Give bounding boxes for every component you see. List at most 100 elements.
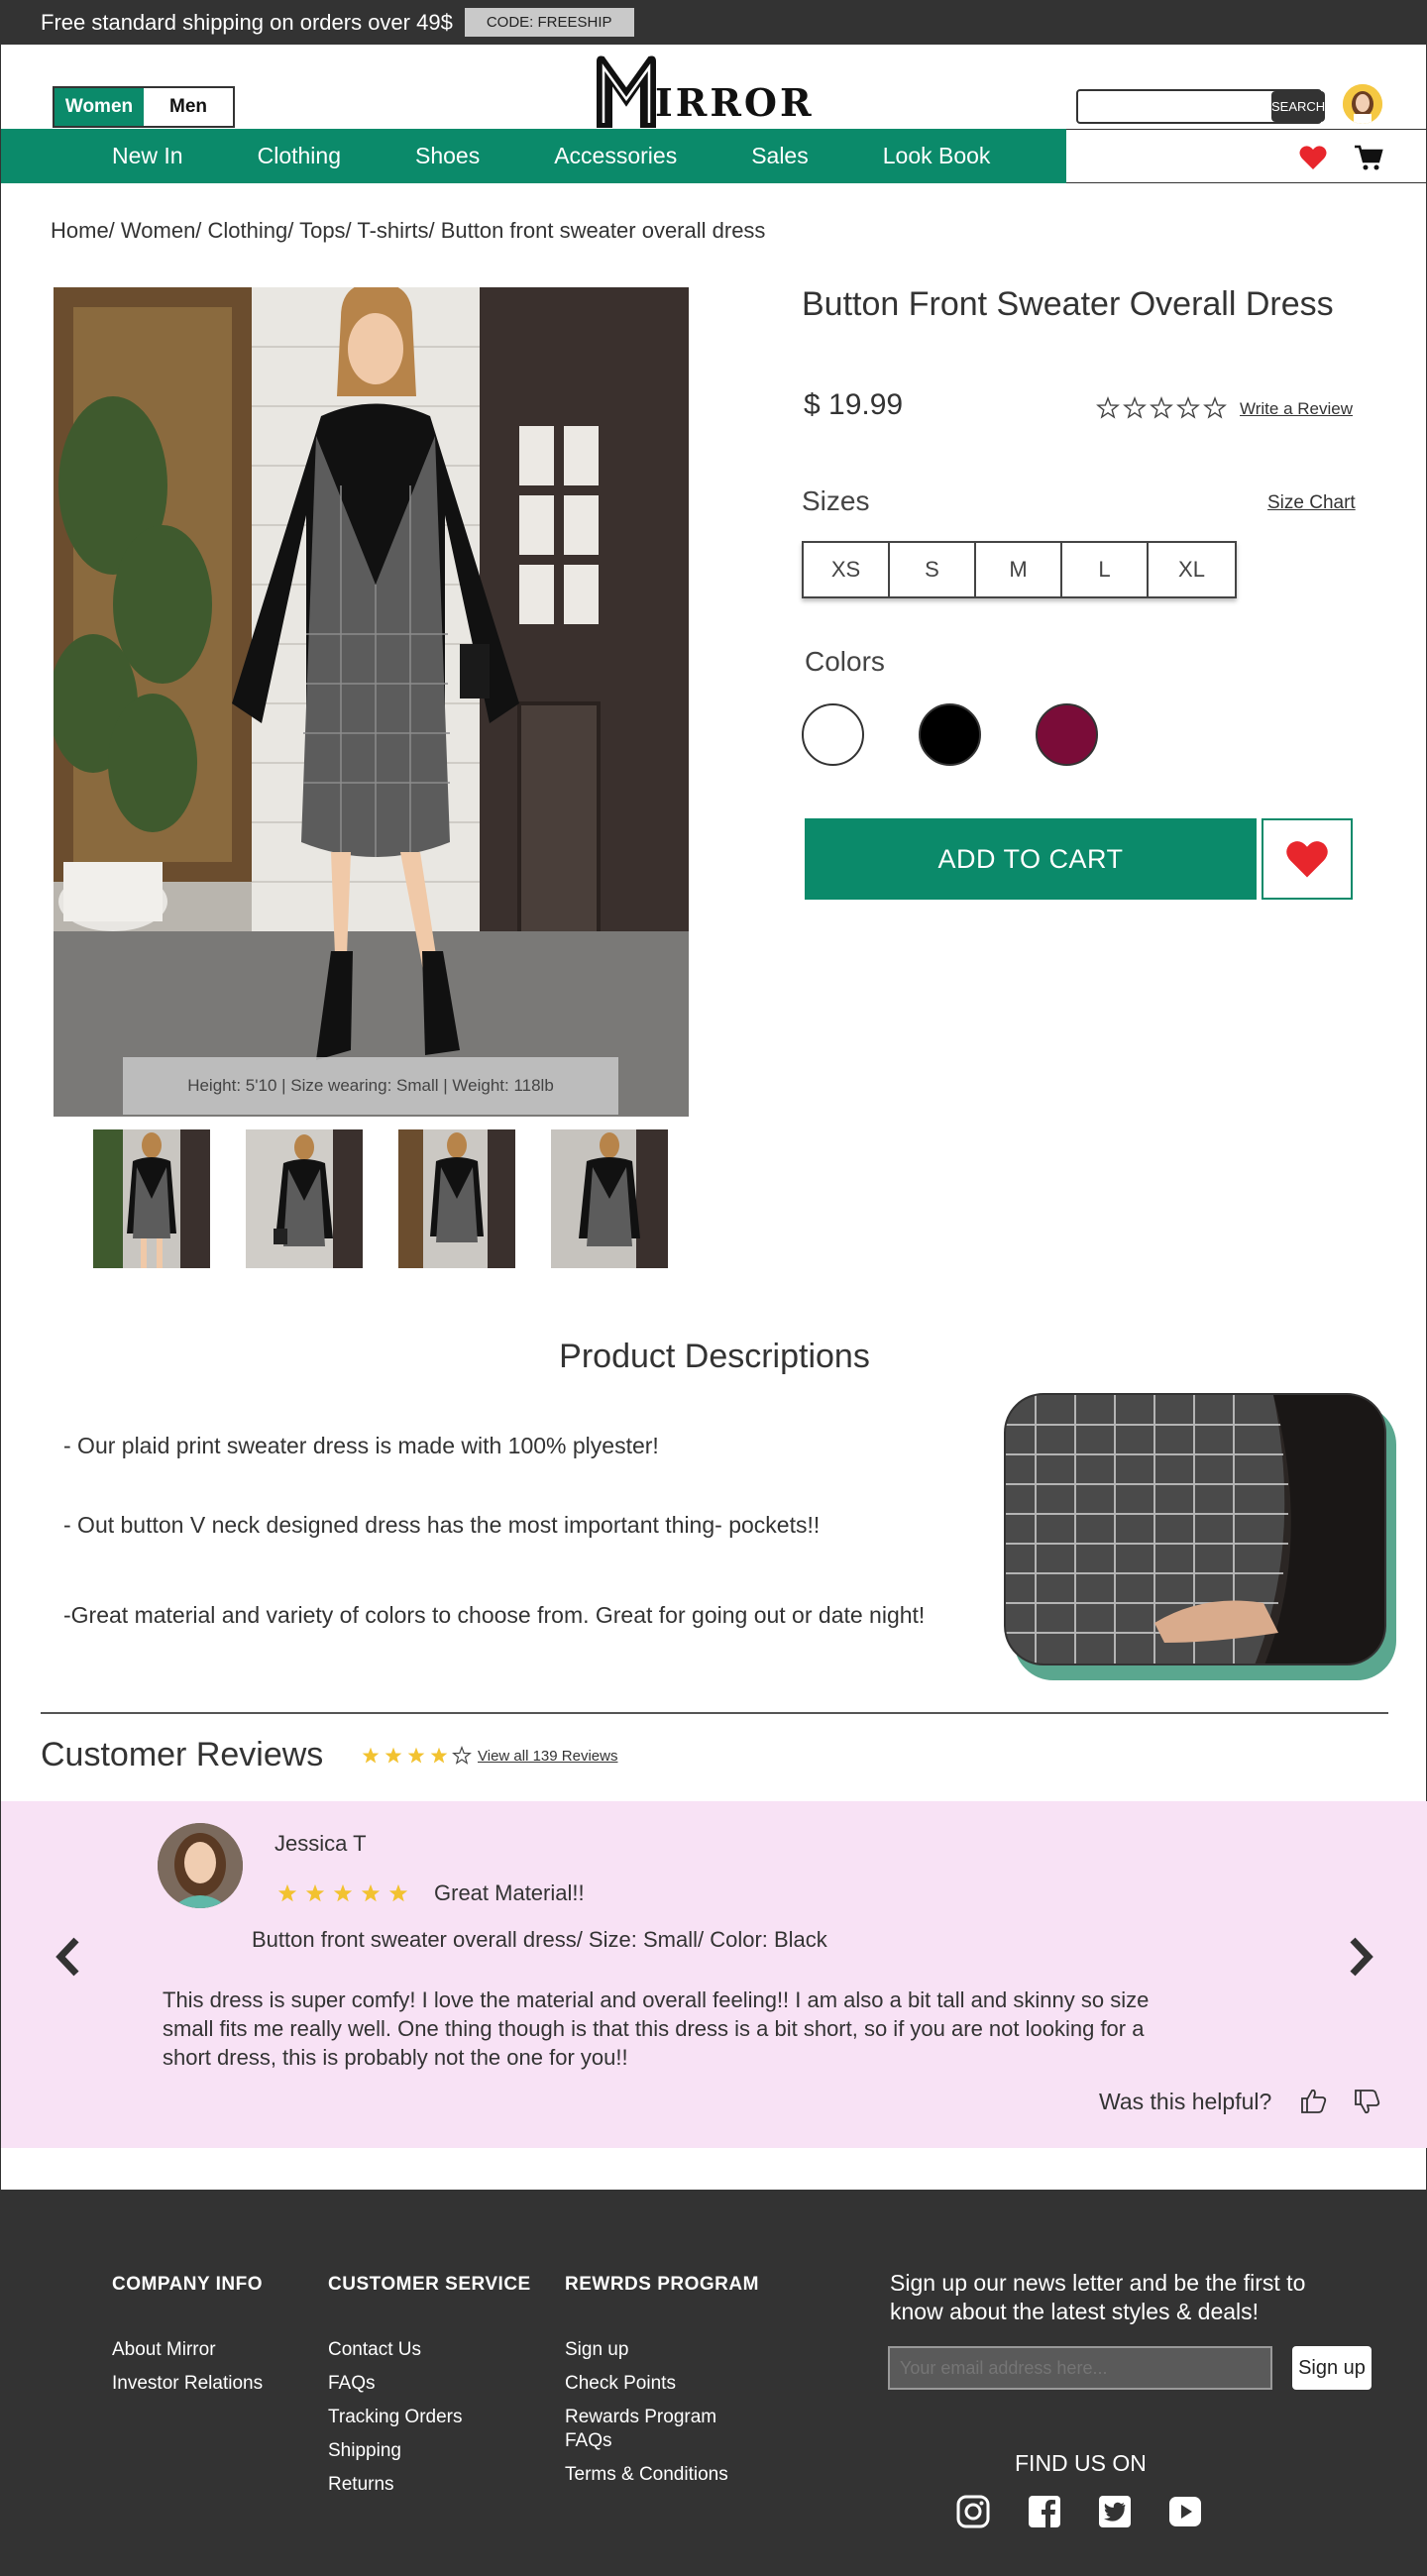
thumbnail-4[interactable] <box>551 1129 668 1268</box>
star-outline-icon <box>1096 396 1120 419</box>
footer-link-investors[interactable]: Investor Relations <box>112 2367 263 2401</box>
thumbnail-2[interactable] <box>246 1129 363 1268</box>
footer-link-rewards-faqs[interactable]: Rewards Program FAQs <box>565 2406 753 2453</box>
review-carousel: Jessica T Great Material!! Button front … <box>1 1801 1427 2148</box>
thumbnail-3[interactable] <box>398 1129 515 1268</box>
thumbnail-image <box>93 1129 210 1268</box>
nav-sales[interactable]: Sales <box>751 143 809 169</box>
description-image <box>1004 1393 1386 1665</box>
thumbs-down-icon[interactable] <box>1353 2089 1380 2116</box>
promo-code: CODE: FREESHIP <box>464 8 634 37</box>
thumbnail-image <box>551 1129 668 1268</box>
reviewer-photo <box>158 1823 243 1908</box>
instagram-icon[interactable] <box>955 2494 991 2529</box>
newsletter-signup-button[interactable]: Sign up <box>1292 2346 1372 2390</box>
star-filled-icon <box>277 1883 297 1902</box>
star-outline-icon <box>1203 396 1227 419</box>
color-swatch-white[interactable] <box>802 703 864 766</box>
star-outline-icon <box>452 1746 472 1765</box>
footer-customer-service: CUSTOMER SERVICE Contact Us FAQs Trackin… <box>328 2274 531 2502</box>
footer-link-shipping[interactable]: Shipping <box>328 2434 531 2468</box>
search-input[interactable] <box>1092 92 1271 121</box>
facebook-icon[interactable] <box>1027 2494 1062 2529</box>
review-body: This dress is super comfy! I love the ma… <box>163 1987 1150 2070</box>
chevron-left-icon[interactable] <box>53 1936 82 1978</box>
review-headline: Great Material!! <box>434 1880 585 1905</box>
user-avatar[interactable] <box>1343 84 1382 124</box>
wishlist-heart-icon[interactable] <box>1299 145 1327 170</box>
add-to-wishlist-button[interactable] <box>1262 818 1353 900</box>
reviews-title: Customer Reviews <box>41 1736 324 1773</box>
footer-company-info: COMPANY INFO About Mirror Investor Relat… <box>112 2274 263 2401</box>
youtube-icon[interactable] <box>1167 2494 1203 2529</box>
product-rating[interactable] <box>1096 396 1230 420</box>
helpful-prompt: Was this helpful? <box>1099 2089 1272 2114</box>
footer-heading: CUSTOMER SERVICE <box>328 2274 531 2295</box>
main-photo-illustration <box>54 287 689 1117</box>
newsletter-text: Sign up our news letter and be the first… <box>890 2270 1306 2324</box>
cart-icon[interactable] <box>1354 144 1383 171</box>
view-all-reviews-link[interactable]: View all 139 Reviews <box>478 1748 617 1765</box>
footer-link-returns[interactable]: Returns <box>328 2468 531 2502</box>
product-title: Button Front Sweater Overall Dress <box>802 285 1334 323</box>
footer-link-check-points[interactable]: Check Points <box>565 2367 759 2401</box>
star-filled-icon <box>362 1747 380 1764</box>
tab-women[interactable]: Women <box>55 88 144 126</box>
size-option-s[interactable]: S <box>890 543 976 596</box>
size-option-l[interactable]: L <box>1062 543 1149 596</box>
newsletter-email-input[interactable] <box>888 2346 1272 2390</box>
thumbnail-image <box>246 1129 363 1268</box>
color-swatch-burgundy[interactable] <box>1036 703 1098 766</box>
footer-link-signup[interactable]: Sign up <box>565 2333 759 2367</box>
promo-text: Free standard shipping on orders over 49… <box>41 9 453 35</box>
star-filled-icon <box>333 1883 353 1902</box>
main-nav: New In Clothing Shoes Accessories Sales … <box>1 129 1066 183</box>
footer-link-terms[interactable]: Terms & Conditions <box>565 2458 759 2492</box>
star-filled-icon <box>305 1883 325 1902</box>
size-option-xs[interactable]: XS <box>804 543 890 596</box>
description-line-2: - Out button V neck designed dress has t… <box>63 1512 821 1538</box>
reviewer-avatar <box>158 1823 243 1908</box>
avatar-image <box>1343 84 1382 124</box>
write-review-link[interactable]: Write a Review <box>1240 399 1353 419</box>
star-filled-icon <box>361 1883 381 1902</box>
nav-look-book[interactable]: Look Book <box>883 143 991 169</box>
color-swatch-black[interactable] <box>919 703 981 766</box>
nav-shoes[interactable]: Shoes <box>415 143 480 169</box>
footer-link-contact[interactable]: Contact Us <box>328 2333 531 2367</box>
footer-link-tracking[interactable]: Tracking Orders <box>328 2401 531 2434</box>
thumbs-up-icon[interactable] <box>1299 2087 1327 2114</box>
nav-utility <box>1066 129 1426 183</box>
footer-link-about[interactable]: About Mirror <box>112 2333 263 2367</box>
tab-men[interactable]: Men <box>144 88 233 126</box>
footer-heading: COMPANY INFO <box>112 2274 264 2295</box>
chevron-right-icon[interactable] <box>1347 1936 1376 1978</box>
size-option-xl[interactable]: XL <box>1149 543 1235 596</box>
product-main-image[interactable]: Height: 5'10 | Size wearing: Small | Wei… <box>54 287 689 1117</box>
size-chart-link[interactable]: Size Chart <box>1267 492 1356 514</box>
pocket-closeup-illustration <box>1006 1395 1384 1664</box>
nav-new-in[interactable]: New In <box>112 143 183 169</box>
nav-clothing[interactable]: Clothing <box>258 143 341 169</box>
size-option-m[interactable]: M <box>976 543 1062 596</box>
footer-rewards: REWRDS PROGRAM Sign up Check Points Rewa… <box>565 2274 759 2492</box>
find-us-label: FIND US ON <box>1015 2450 1147 2476</box>
thumbnail-strip <box>93 1129 704 1268</box>
add-to-cart-button[interactable]: ADD TO CART <box>805 818 1257 900</box>
heart-icon <box>1286 841 1328 878</box>
star-outline-icon <box>1150 396 1173 419</box>
search-box: SEARCH <box>1076 89 1326 124</box>
logo[interactable]: IRROR <box>594 50 815 129</box>
twitter-icon[interactable] <box>1097 2494 1133 2529</box>
thumbnail-1[interactable] <box>93 1129 210 1268</box>
logo-text: IRROR <box>655 80 815 125</box>
nav-accessories[interactable]: Accessories <box>554 143 677 169</box>
star-outline-icon <box>1176 396 1200 419</box>
breadcrumb[interactable]: Home/ Women/ Clothing/ Tops/ T-shirts/ B… <box>51 218 765 244</box>
logo-m-icon <box>597 55 656 128</box>
search-button[interactable]: SEARCH <box>1271 91 1326 122</box>
product-price: $ 19.99 <box>804 388 904 421</box>
footer-link-faqs[interactable]: FAQs <box>328 2367 531 2401</box>
review-rating <box>276 1882 415 1904</box>
average-rating <box>361 1746 475 1766</box>
